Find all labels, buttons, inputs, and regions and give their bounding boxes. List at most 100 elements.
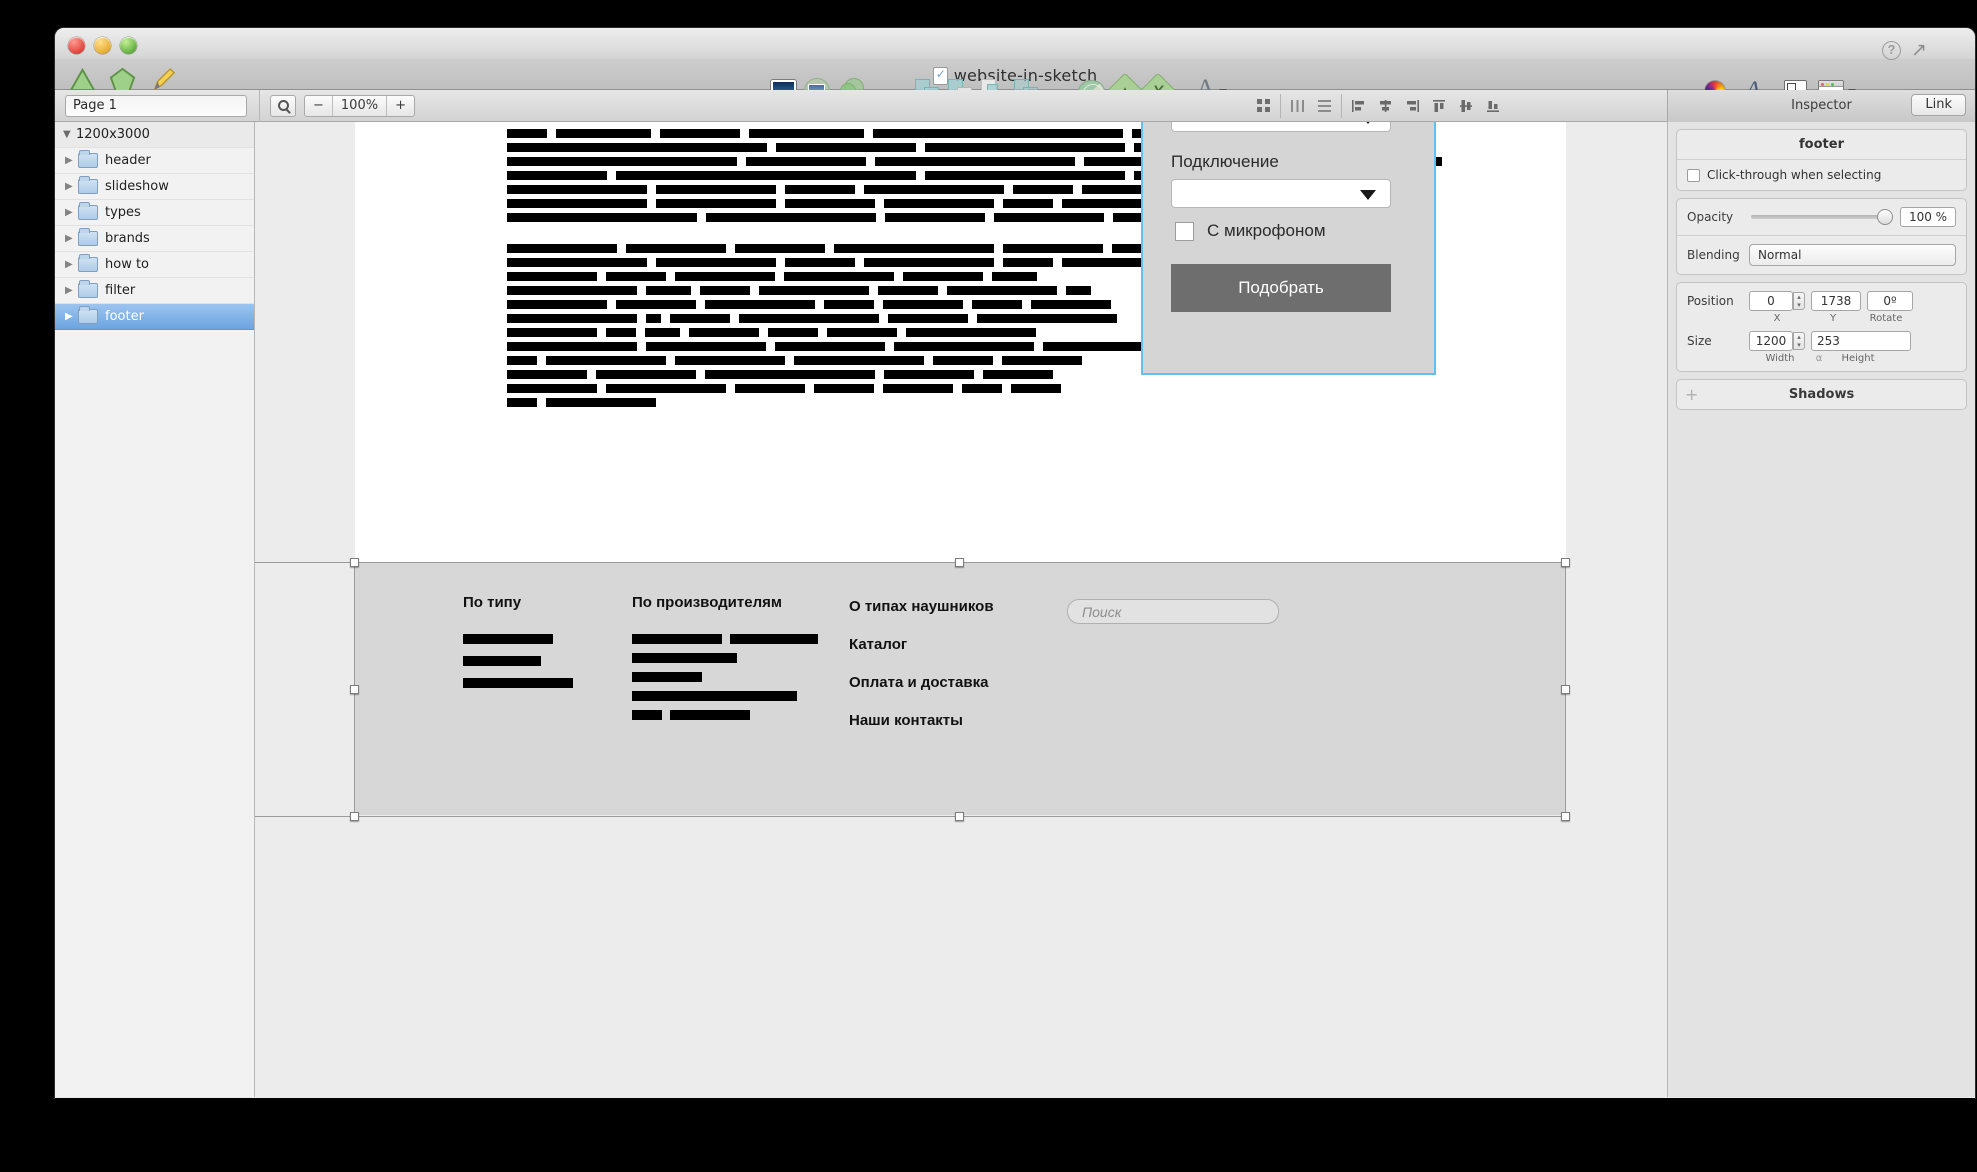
align-center-icon[interactable] [1372,94,1399,118]
footer-redacted-link[interactable] [632,653,737,663]
sidebar-item-brands[interactable]: ▶ brands [55,226,254,252]
selection-handle-bottom-right[interactable] [1561,812,1570,821]
type-select[interactable] [1171,122,1391,132]
opacity-slider-knob[interactable] [1877,209,1893,225]
disclosure-triangle-icon[interactable]: ▶ [65,207,78,218]
size-height-input[interactable]: 253 [1811,331,1911,351]
redacted-text-line [507,342,1232,351]
page-name-input[interactable]: Page 1 [65,94,247,117]
footer-link-catalog[interactable]: Каталог [849,636,994,653]
redacted-word [507,356,537,365]
footer-link-contacts[interactable]: Наши контакты [849,712,994,729]
redacted-word [925,171,1125,180]
folder-icon [78,150,98,168]
disclosure-triangle-icon[interactable]: ▶ [65,311,78,322]
minimize-button[interactable] [94,37,111,54]
pentagon-tool[interactable] [109,66,136,93]
zoom-level-value[interactable]: 100% [331,95,388,116]
selection-handle-top-center[interactable] [955,558,964,567]
shadows-row[interactable]: + Shadows [1677,380,1966,409]
align-middle-icon[interactable] [1453,94,1480,118]
sidebar-item-how-to[interactable]: ▶ how to [55,252,254,278]
lock-proportions-icon[interactable]: ⍺ [1811,353,1827,364]
position-rotate-input[interactable]: 0º [1867,291,1913,311]
selection-handle-bottom-center[interactable] [955,812,964,821]
opacity-slider[interactable] [1751,209,1893,225]
disclosure-triangle-icon[interactable]: ▶ [65,259,78,270]
label-height: Height [1841,353,1875,364]
sidebar-item-filter[interactable]: ▶ filter [55,278,254,304]
footer-search-input[interactable]: Поиск [1067,599,1279,624]
fullscreen-icon[interactable]: ↗ [1911,41,1933,61]
align-left-icon[interactable] [1345,94,1372,118]
redacted-word [507,300,607,309]
layer-list[interactable]: ▼ 1200x3000 ▶ header ▶ slideshow ▶ types [55,122,255,1097]
align-top-icon[interactable] [1426,94,1453,118]
position-y-input[interactable]: 1738 [1811,291,1861,311]
align-bottom-icon[interactable] [1480,94,1507,118]
footer-redacted-link[interactable] [632,710,662,720]
footer-link-headphone-types[interactable]: О типах наушников [849,598,994,615]
redacted-word [827,328,897,337]
inspector-shadows-card[interactable]: + Shadows [1676,379,1967,410]
zoom-out-button[interactable]: − [305,96,332,116]
selection-handle-top-left[interactable] [350,558,359,567]
selection-handle-middle-left[interactable] [350,685,359,694]
size-width-stepper[interactable]: ▴ ▾ [1793,332,1805,350]
footer-redacted-link[interactable] [730,634,818,644]
footer-redacted-link[interactable] [670,710,750,720]
redacted-text-line [507,258,1232,267]
canvas[interactable]: Подключение С микрофоном Подобрать По ти… [255,122,1667,1097]
redacted-word [735,384,805,393]
footer-redacted-link[interactable] [463,656,541,666]
zoom-in-button[interactable]: + [387,96,414,116]
footer-redacted-link[interactable] [463,678,573,688]
zoom-search-button[interactable] [270,94,296,117]
help-icon[interactable]: ? [1882,41,1901,60]
align-right-icon[interactable] [1399,94,1426,118]
add-shadow-icon[interactable]: + [1685,385,1698,404]
submit-button[interactable]: Подобрать [1171,264,1391,312]
footer-redacted-link[interactable] [632,634,722,644]
disclosure-triangle-icon[interactable]: ▶ [65,285,78,296]
sidebar-item-header[interactable]: ▶ header [55,148,254,174]
sidebar-item-footer[interactable]: ▶ footer [55,304,254,330]
sidebar-item-types[interactable]: ▶ types [55,200,254,226]
redacted-word [1062,258,1152,267]
grid-icon[interactable] [1250,94,1277,118]
disclosure-triangle-icon[interactable]: ▶ [65,155,78,166]
opacity-value-input[interactable]: 100 % [1900,207,1956,227]
footer-link-payment[interactable]: Оплата и доставка [849,674,994,691]
selection-handle-top-right[interactable] [1561,558,1570,567]
click-through-checkbox[interactable] [1687,168,1700,182]
disclosure-triangle-icon[interactable]: ▶ [65,233,78,244]
close-button[interactable] [68,37,85,54]
footer-section[interactable]: По типу По производителям О типах наушни… [355,562,1566,815]
zoom-button[interactable] [120,37,137,54]
inspector-header: Inspector Link [1667,89,1975,122]
click-through-row[interactable]: Click-through when selecting [1677,160,1966,190]
connection-select[interactable] [1171,179,1391,208]
redacted-word [507,272,597,281]
blending-select[interactable]: Normal [1749,244,1956,266]
triangle-tool[interactable] [69,66,96,93]
microphone-checkbox[interactable] [1175,222,1194,241]
disclosure-triangle-icon[interactable]: ▶ [65,181,78,192]
footer-redacted-link[interactable] [463,634,553,644]
distribute-horizontal-icon[interactable] [1284,94,1311,118]
footer-redacted-link[interactable] [632,672,702,682]
link-button[interactable]: Link [1911,93,1966,116]
sidebar-item-slideshow[interactable]: ▶ slideshow [55,174,254,200]
pencil-tool[interactable] [149,66,176,93]
position-x-input[interactable]: 0 [1749,291,1793,311]
redacted-word [768,328,818,337]
selection-handle-middle-right[interactable] [1561,685,1570,694]
layer-row-artboard[interactable]: ▼ 1200x3000 [55,122,254,148]
redacted-word [875,157,1075,166]
size-width-input[interactable]: 1200 [1749,331,1793,351]
position-x-stepper[interactable]: ▴ ▾ [1793,292,1805,310]
footer-redacted-link[interactable] [632,691,797,701]
distribute-vertical-icon[interactable] [1311,94,1338,118]
disclosure-triangle-open-icon[interactable]: ▼ [63,129,76,140]
selection-handle-bottom-left[interactable] [350,812,359,821]
